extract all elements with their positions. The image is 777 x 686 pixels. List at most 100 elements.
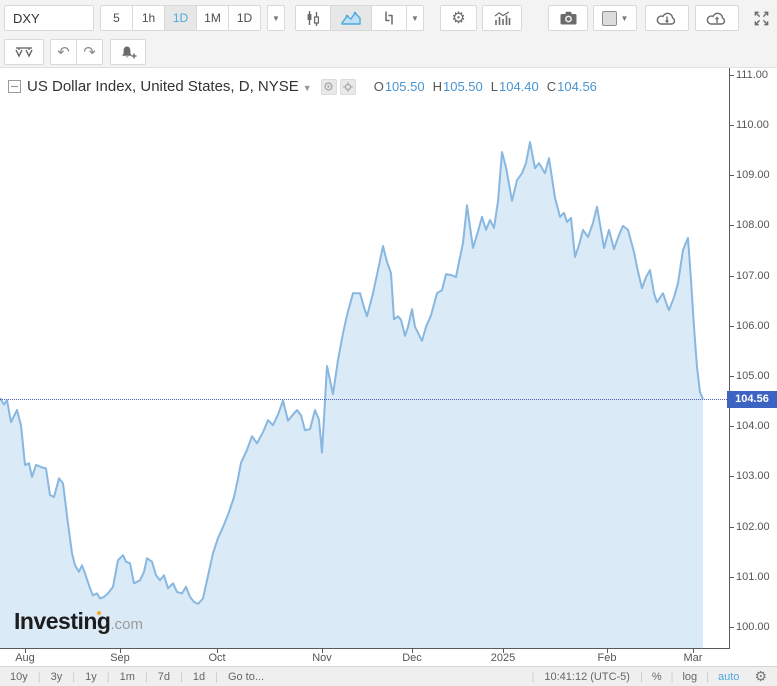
time-tick-label: Nov — [312, 652, 332, 664]
bottom-toolbar: 10y|3y|1y|1m|7d|1d | Go to... | 10:41:12… — [0, 666, 777, 686]
candlestick-chart-button[interactable] — [295, 5, 331, 31]
range-button-3y[interactable]: 3y — [41, 671, 73, 683]
ohlc-key: H — [433, 79, 442, 94]
watermark-text: Investing — [14, 608, 110, 634]
ohlc-key: C — [547, 79, 556, 94]
last-price-label: 104.56 — [727, 391, 777, 408]
symbol-input[interactable]: DXY — [4, 5, 94, 31]
cloud-upload-icon — [706, 10, 728, 27]
ohlc-value: 104.56 — [557, 79, 597, 94]
load-chart-button[interactable] — [645, 5, 689, 31]
range-button-1y[interactable]: 1y — [75, 671, 107, 683]
chart-pane[interactable]: US Dollar Index, United States, D, NYSE … — [0, 68, 777, 648]
price-tick-label: 100.00 — [736, 621, 770, 633]
area-chart-button[interactable] — [330, 5, 372, 31]
chart-title: US Dollar Index, United States, D, NYSE — [27, 78, 299, 95]
gear-icon — [343, 82, 353, 92]
layout-button[interactable]: ▼ — [593, 5, 637, 31]
time-axis[interactable]: AugSepOctNovDec2025FebMar — [0, 648, 777, 666]
price-tick-label: 106.00 — [736, 320, 770, 332]
watermark-logo: Investing.com — [14, 608, 143, 635]
interval-button-1h[interactable]: 1h — [132, 5, 165, 31]
go-to-date-button[interactable]: Go to... — [218, 671, 274, 683]
ohlc-value: 104.40 — [499, 79, 539, 94]
price-tick-label: 105.00 — [736, 370, 770, 382]
range-button-7d[interactable]: 7d — [148, 671, 180, 683]
create-alert-button[interactable] — [110, 39, 146, 65]
chart-style-dropdown-button[interactable]: ▼ — [406, 5, 424, 31]
area-chart — [0, 68, 729, 648]
scales-icon — [14, 44, 34, 60]
range-button-10y[interactable]: 10y — [0, 671, 38, 683]
range-button-1d[interactable]: 1d — [183, 671, 215, 683]
interval-button-1d[interactable]: 1D — [228, 5, 261, 31]
chevron-down-icon: ▼ — [621, 14, 629, 23]
time-tick-label: Dec — [402, 652, 422, 664]
eye-icon — [324, 82, 333, 91]
undo-arrow-icon: ↶ — [57, 43, 70, 61]
time-tick-label: 2025 — [491, 652, 515, 664]
secondary-toolbar: ↶ ↷ — [0, 36, 777, 68]
interval-button-1m[interactable]: 1M — [196, 5, 229, 31]
clock-timezone[interactable]: 10:41:12 (UTC-5) — [534, 671, 640, 683]
top-toolbar: DXY 51h1D1M1D ▼ — [0, 0, 777, 36]
compare-icon — [380, 9, 398, 27]
indicators-button[interactable] — [482, 5, 522, 31]
layout-icon — [602, 11, 617, 26]
snapshot-button[interactable] — [548, 5, 588, 31]
area-chart-icon — [341, 10, 361, 26]
price-tick-label: 107.00 — [736, 270, 770, 282]
save-chart-button[interactable] — [695, 5, 739, 31]
last-price-line — [0, 399, 727, 400]
range-button-group: 10y|3y|1y|1m|7d|1d — [0, 671, 215, 683]
candlestick-chart-icon — [304, 9, 322, 27]
chevron-down-icon[interactable]: ▼ — [303, 83, 312, 93]
fullscreen-button[interactable] — [750, 5, 772, 31]
chevron-down-icon: ▼ — [411, 14, 419, 23]
compare-button[interactable] — [371, 5, 407, 31]
logo-orange-dot — [97, 611, 101, 615]
price-tick-label: 101.00 — [736, 571, 770, 583]
interval-button-1d[interactable]: 1D — [164, 5, 197, 31]
price-scale-settings-button[interactable] — [4, 39, 44, 65]
chevron-down-icon: ▼ — [272, 14, 280, 23]
gear-icon[interactable]: ⚙ — [748, 668, 777, 685]
ohlc-values: O105.50H105.50L104.40C104.56 — [366, 79, 597, 94]
interval-dropdown-button[interactable]: ▼ — [267, 5, 285, 31]
price-tick-label: 102.00 — [736, 521, 770, 533]
price-tick-label: 109.00 — [736, 169, 770, 181]
time-tick-label: Sep — [110, 652, 130, 664]
range-button-1m[interactable]: 1m — [110, 671, 145, 683]
legend-eye-button[interactable] — [321, 79, 337, 95]
time-tick-label: Mar — [684, 652, 703, 664]
legend-settings-button[interactable] — [340, 79, 356, 95]
chart-legend: US Dollar Index, United States, D, NYSE … — [8, 78, 597, 95]
ohlc-value: 105.50 — [443, 79, 483, 94]
interval-button-5[interactable]: 5 — [100, 5, 133, 31]
time-axis-line — [0, 648, 730, 649]
collapse-legend-icon[interactable] — [8, 80, 21, 93]
undo-button[interactable]: ↶ — [50, 39, 77, 65]
redo-button[interactable]: ↷ — [76, 39, 103, 65]
price-tick-label: 108.00 — [736, 219, 770, 231]
log-scale-button[interactable]: log — [673, 671, 706, 683]
ohlc-value: 105.50 — [385, 79, 425, 94]
fullscreen-icon — [753, 10, 770, 27]
bell-plus-icon — [119, 44, 138, 61]
auto-scale-button[interactable]: auto — [709, 671, 748, 683]
time-tick-label: Feb — [598, 652, 617, 664]
area-chart-fill — [0, 142, 703, 648]
time-tick-label: Oct — [208, 652, 225, 664]
price-tick-label: 110.00 — [736, 119, 769, 131]
chart-settings-button[interactable]: ⚙ — [440, 5, 477, 31]
interval-button-group: 51h1D1M1D — [100, 5, 261, 31]
price-tick-label: 104.00 — [736, 420, 770, 432]
camera-icon — [559, 10, 578, 26]
ohlc-key: O — [374, 79, 384, 94]
redo-arrow-icon: ↷ — [83, 43, 96, 61]
cloud-download-icon — [656, 10, 678, 27]
watermark-suffix: .com — [110, 616, 143, 633]
percent-scale-button[interactable]: % — [643, 671, 671, 683]
price-axis[interactable]: 111.00110.00109.00108.00107.00106.00105.… — [729, 68, 777, 648]
ohlc-key: L — [491, 79, 498, 94]
